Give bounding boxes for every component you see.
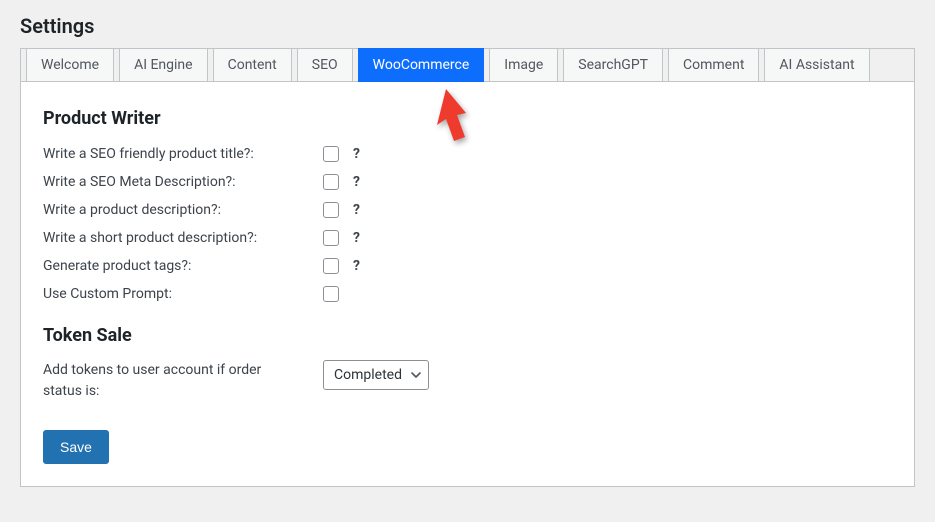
tab-image[interactable]: Image — [489, 48, 558, 82]
tab-content[interactable]: Content — [213, 48, 292, 82]
checkbox-seo-meta[interactable] — [323, 174, 339, 190]
checkbox-product-tags[interactable] — [323, 258, 339, 274]
option-label: Write a product description?: — [43, 202, 323, 218]
checkbox-short-desc[interactable] — [323, 230, 339, 246]
option-label: Write a SEO friendly product title?: — [43, 146, 323, 162]
order-status-select[interactable]: Completed — [323, 360, 429, 390]
help-icon[interactable]: ? — [353, 146, 360, 162]
save-button[interactable]: Save — [43, 430, 109, 464]
help-icon[interactable]: ? — [353, 230, 360, 246]
tab-searchgpt[interactable]: SearchGPT — [563, 48, 663, 82]
tab-content-area: Product Writer Write a SEO friendly prod… — [21, 82, 914, 486]
tabs-nav: Welcome AI Engine Content SEO WooCommerc… — [21, 49, 914, 82]
option-row: Write a SEO Meta Description?: ? — [43, 171, 892, 193]
option-row: Write a product description?: ? — [43, 199, 892, 221]
option-row: Write a short product description?: ? — [43, 227, 892, 249]
help-icon[interactable]: ? — [353, 202, 360, 218]
option-label: Write a SEO Meta Description?: — [43, 174, 323, 190]
tab-ai-engine[interactable]: AI Engine — [119, 48, 208, 82]
help-icon[interactable]: ? — [353, 258, 360, 274]
settings-panel: Welcome AI Engine Content SEO WooCommerc… — [20, 48, 915, 487]
page-title: Settings — [20, 8, 915, 48]
option-row: Use Custom Prompt: — [43, 283, 892, 305]
section-product-writer-title: Product Writer — [43, 108, 892, 129]
option-row: Generate product tags?: ? — [43, 255, 892, 277]
option-label: Generate product tags?: — [43, 258, 323, 274]
checkbox-product-desc[interactable] — [323, 202, 339, 218]
option-row: Write a SEO friendly product title?: ? — [43, 143, 892, 165]
tab-ai-assistant[interactable]: AI Assistant — [764, 48, 869, 82]
tab-comment[interactable]: Comment — [668, 48, 759, 82]
section-token-sale-title: Token Sale — [43, 325, 892, 346]
option-label: Use Custom Prompt: — [43, 286, 323, 302]
help-icon[interactable]: ? — [353, 174, 360, 190]
tab-woocommerce[interactable]: WooCommerce — [358, 48, 485, 82]
tab-welcome[interactable]: Welcome — [26, 48, 114, 82]
token-sale-row: Add tokens to user account if order stat… — [43, 360, 892, 402]
option-label: Write a short product description?: — [43, 230, 323, 246]
select-value: Completed — [334, 367, 402, 383]
token-sale-label: Add tokens to user account if order stat… — [43, 360, 323, 402]
chevron-down-icon — [410, 369, 422, 381]
checkbox-custom-prompt[interactable] — [323, 286, 339, 302]
tab-seo[interactable]: SEO — [297, 48, 353, 82]
checkbox-seo-title[interactable] — [323, 146, 339, 162]
